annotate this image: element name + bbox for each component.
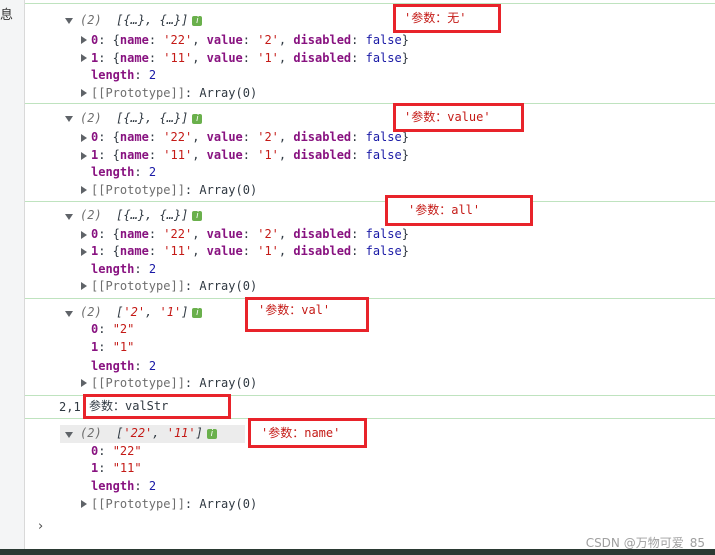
array-preview[interactable]: (2) [{…}, {…}] i [80, 110, 203, 127]
log-entry-0: (2) [{…}, {…}] i 0: {name: '22', value: '… [25, 4, 715, 104]
array-preview[interactable]: (2) [{…}, {…}] i [80, 207, 203, 224]
info-icon[interactable]: i [206, 428, 217, 439]
prototype-row[interactable]: [[Prototype]]: Array(0) [91, 278, 257, 295]
info-icon[interactable]: i [192, 210, 203, 221]
info-icon[interactable]: i [192, 307, 203, 318]
log-entry-last: (2) ['22', '11'] i 0: "22" 1: "11" length… [25, 419, 715, 516]
array-item: 1: "11" [91, 461, 142, 475]
annotation-box-valstr: 参数：valStr [83, 394, 231, 419]
array-item[interactable]: 1: {name: '11', value: '1', disabled: fa… [91, 147, 409, 164]
annotation-box-none: '参数：无' [393, 4, 501, 33]
expand-triangle-icon[interactable] [81, 152, 87, 160]
expand-triangle-icon[interactable] [81, 248, 87, 256]
expand-triangle-icon[interactable] [81, 379, 87, 387]
collapse-triangle-icon[interactable] [65, 311, 73, 317]
collapse-triangle-icon[interactable] [65, 116, 73, 122]
expand-triangle-icon[interactable] [81, 54, 87, 62]
expand-triangle-icon[interactable] [81, 500, 87, 508]
collapse-triangle-icon[interactable] [65, 432, 73, 438]
length-row: length: 2 [91, 479, 157, 493]
log-entry-2: (2) [{…}, {…}] i 0: {name: '22', value: '… [25, 202, 715, 299]
prototype-row[interactable]: [[Prototype]]: Array(0) [91, 496, 257, 513]
expand-triangle-icon[interactable] [81, 282, 87, 290]
expand-triangle-icon[interactable] [81, 231, 87, 239]
info-icon[interactable]: i [192, 15, 203, 26]
array-preview[interactable]: (2) ['2', '1'] i [80, 304, 203, 321]
array-item[interactable]: 1: {name: '11', value: '1', disabled: fa… [91, 243, 409, 260]
length-row: length: 2 [91, 359, 157, 373]
left-panel-strip: 息 [0, 0, 25, 555]
collapse-triangle-icon[interactable] [65, 18, 73, 24]
length-row: length: 2 [91, 165, 157, 179]
plain-log-text: 2,1 [59, 400, 81, 414]
annotation-box-all: '参数：all' [385, 195, 533, 226]
collapse-triangle-icon[interactable] [65, 214, 73, 220]
left-panel-glyph: 息 [0, 8, 14, 23]
prototype-row[interactable]: [[Prototype]]: Array(0) [91, 85, 257, 102]
expand-triangle-icon[interactable] [81, 134, 87, 142]
console-prompt[interactable]: › [38, 519, 43, 534]
prototype-row[interactable]: [[Prototype]]: Array(0) [91, 182, 257, 199]
array-item[interactable]: 0: {name: '22', value: '2', disabled: fa… [91, 226, 409, 243]
log-entry-1: (2) [{…}, {…}] i 0: {name: '22', value: '… [25, 104, 715, 202]
array-preview[interactable]: (2) [{…}, {…}] i [80, 12, 203, 29]
prototype-row[interactable]: [[Prototype]]: Array(0) [91, 375, 257, 392]
array-preview[interactable]: (2) ['22', '11'] i [80, 425, 217, 442]
array-item: 0: "22" [91, 444, 142, 458]
array-item[interactable]: 1: {name: '11', value: '1', disabled: fa… [91, 50, 409, 67]
array-item: 0: "2" [91, 322, 135, 336]
expand-triangle-icon[interactable] [81, 89, 87, 97]
array-item: 1: "1" [91, 340, 135, 354]
length-row: length: 2 [91, 262, 157, 276]
annotation-box-value: '参数：value' [393, 103, 524, 132]
expand-triangle-icon[interactable] [81, 36, 87, 44]
bottom-strip [0, 549, 715, 555]
array-item[interactable]: 0: {name: '22', value: '2', disabled: fa… [91, 32, 409, 49]
log-entry-3: (2) ['2', '1'] i 0: "2" 1: "1" length: 2 … [25, 299, 715, 396]
annotation-box-name: '参数：name' [248, 418, 367, 448]
annotation-box-val: '参数：val' [245, 297, 369, 332]
expand-triangle-icon[interactable] [81, 186, 87, 194]
array-item[interactable]: 0: {name: '22', value: '2', disabled: fa… [91, 129, 409, 146]
length-row: length: 2 [91, 68, 157, 82]
info-icon[interactable]: i [192, 113, 203, 124]
